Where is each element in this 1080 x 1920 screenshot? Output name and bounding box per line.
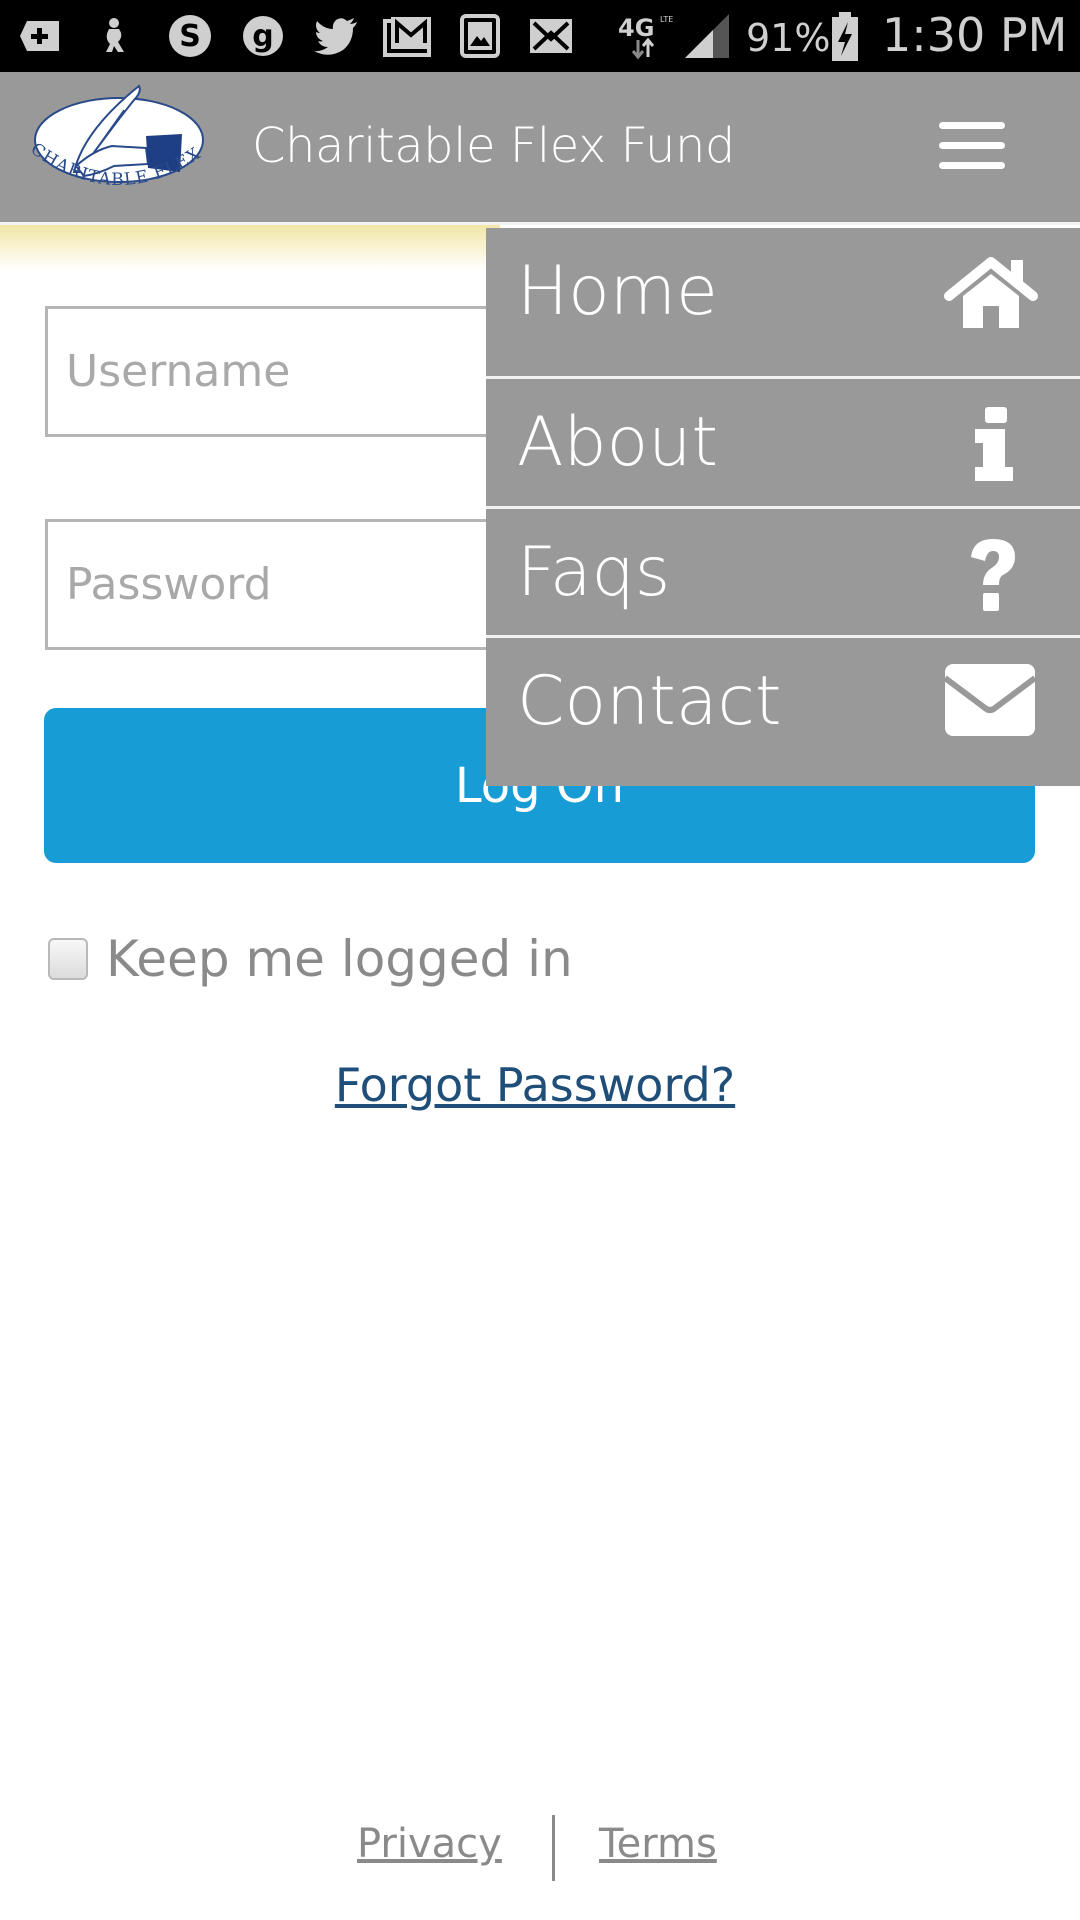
svg-text:4G: 4G [618, 14, 654, 42]
twitter-icon [312, 16, 360, 56]
header-shadow [0, 225, 500, 270]
hamburger-bar [939, 122, 1005, 129]
svg-text:LTE: LTE [660, 15, 673, 24]
site-title[interactable]: Charitable Flex Fund [252, 118, 735, 174]
gmail-icon [382, 16, 434, 57]
add-icon [18, 16, 62, 56]
menu-item-label: About [517, 403, 719, 482]
footer-divider [552, 1815, 555, 1881]
status-bar: S g 4G LTE 91% 1:30 PM [0, 0, 1080, 72]
privacy-link[interactable]: Privacy [357, 1821, 502, 1867]
svg-text:g: g [252, 19, 273, 54]
skype-icon: S [164, 15, 216, 57]
nav-dropdown-menu: Home About Faqs Contact [486, 228, 1080, 786]
footer: Privacy Terms [0, 1815, 1080, 1881]
menu-item-label: Contact [517, 662, 782, 741]
question-icon [941, 537, 1041, 612]
keep-logged-in-label[interactable]: Keep me logged in [106, 930, 573, 988]
hamburger-bar [939, 162, 1005, 169]
info-icon [941, 407, 1041, 482]
charitable-flex-fund-logo[interactable]: CHARITABLE FLEX FUND [6, 65, 224, 212]
network-4g-lte-icon: 4G LTE [618, 14, 674, 60]
svg-text:S: S [179, 19, 201, 54]
remember-me: Keep me logged in [48, 930, 573, 988]
forgot-password-link[interactable]: Forgot Password? [0, 1058, 1070, 1112]
menu-item-home[interactable]: Home [486, 228, 1080, 355]
gallery-icon [458, 14, 502, 58]
signal-icon [682, 14, 732, 58]
app-g-icon: g [238, 16, 288, 56]
figure-icon [96, 16, 132, 56]
menu-item-about[interactable]: About [486, 379, 1080, 506]
hamburger-bar [939, 142, 1005, 149]
battery-charging-icon [830, 12, 860, 62]
email-icon [528, 16, 574, 56]
hamburger-menu-button[interactable] [936, 118, 1008, 174]
clock: 1:30 PM [882, 8, 1068, 62]
menu-item-label: Faqs [517, 533, 671, 612]
menu-item-faqs[interactable]: Faqs [486, 509, 1080, 636]
home-icon [941, 256, 1041, 331]
menu-item-contact[interactable]: Contact [486, 638, 1080, 786]
battery-percent: 91% [746, 16, 831, 60]
terms-link[interactable]: Terms [599, 1821, 717, 1867]
envelope-icon [941, 662, 1041, 737]
menu-item-label: Home [517, 252, 718, 331]
keep-logged-in-checkbox[interactable] [48, 938, 88, 980]
